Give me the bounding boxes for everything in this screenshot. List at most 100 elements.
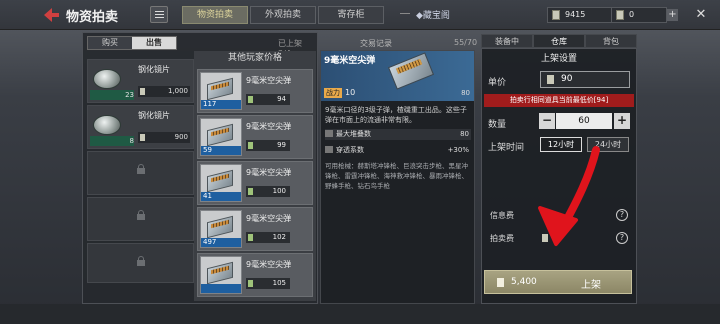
sell-tab[interactable]: 出售 bbox=[132, 37, 176, 49]
other-players-title: 其他玩家价格 bbox=[227, 53, 282, 63]
offer-quantity bbox=[201, 284, 241, 293]
close-icon[interactable]: ✕ bbox=[693, 8, 709, 22]
locked-slot[interactable] bbox=[87, 151, 194, 195]
offer-price-value: 105 bbox=[272, 279, 286, 287]
stat-max-stack: 最大堆叠数 80 bbox=[325, 129, 471, 140]
add-coupon-button[interactable]: + bbox=[667, 9, 678, 21]
tab-appearance-auction[interactable]: 外观拍卖 bbox=[250, 6, 316, 24]
auction-fee-row: 拍卖费 5 ? bbox=[484, 230, 632, 248]
slot-item-name: 钢化镜片 bbox=[138, 111, 170, 120]
currency-banknote: 9415 + bbox=[547, 7, 632, 23]
quantity-label: 数量 bbox=[488, 120, 507, 130]
item-detail-header: 9毫米空尖弹 战力 10 80 bbox=[321, 51, 474, 101]
currency-coupon: 0 + bbox=[611, 7, 678, 23]
banknote-icon bbox=[497, 278, 504, 287]
warehouse-capacity: 55/70 bbox=[454, 38, 478, 47]
offer-row[interactable]: 41 9毫米空尖弹 100 bbox=[197, 161, 313, 205]
offer-quantity: 41 bbox=[201, 192, 241, 201]
offer-row[interactable]: 59 9毫米空尖弹 99 bbox=[197, 115, 313, 159]
help-icon[interactable]: ? bbox=[616, 232, 628, 244]
offer-item-name: 9毫米空尖弹 bbox=[246, 76, 292, 85]
offer-price: 102 bbox=[246, 232, 290, 243]
inventory-tabs: 装备中 仓库 背包 bbox=[481, 34, 637, 48]
stat-label: 最大堆叠数 bbox=[336, 130, 371, 138]
offer-price: 100 bbox=[246, 186, 290, 197]
bottom-strip bbox=[0, 304, 720, 324]
lock-icon bbox=[137, 164, 145, 177]
power-tag: 战力 bbox=[324, 88, 342, 98]
offer-price: 94 bbox=[246, 94, 290, 105]
offer-row[interactable]: 9毫米空尖弹 105 bbox=[197, 253, 313, 297]
ammo-box-icon: 41 bbox=[200, 164, 242, 202]
power-rating: 战力 10 bbox=[324, 88, 355, 98]
banknote-icon bbox=[248, 234, 253, 241]
slot-quantity: 8 bbox=[129, 137, 134, 145]
item-description: 9毫米口径的3级子弹，楂磯重工出品。这些子弹在市面上的流通非常有限。 bbox=[325, 106, 467, 124]
decrease-quantity-button[interactable]: − bbox=[539, 113, 555, 129]
power-value: 10 bbox=[345, 88, 356, 97]
banknote-icon bbox=[140, 134, 145, 141]
listing-slot[interactable]: 23 钢化镜片 1,000 bbox=[87, 59, 194, 103]
lock-icon bbox=[137, 210, 145, 223]
coupon-amount: 0 bbox=[629, 10, 635, 19]
unit-price-input[interactable]: 90 bbox=[540, 71, 630, 88]
my-listing-slots: 23 钢化镜片 1,000 8 钢化镜片 900 bbox=[87, 59, 194, 285]
quantity-input[interactable]: 60 bbox=[556, 113, 612, 129]
stack-value: 80 bbox=[461, 89, 470, 97]
offer-row[interactable]: 117 9毫米空尖弹 94 bbox=[197, 69, 313, 113]
listing-slot[interactable]: 8 钢化镜片 900 bbox=[87, 105, 194, 149]
offer-item-name: 9毫米空尖弹 bbox=[246, 260, 292, 269]
offer-row[interactable]: 497 9毫米空尖弹 102 bbox=[197, 207, 313, 251]
unit-price-label: 单价 bbox=[488, 78, 507, 88]
info-fee-label: 信息费 bbox=[490, 211, 514, 220]
usable-weapons: 可用枪械：赫斯塔冲锋枪、巨浪突击步枪、黑星冲锋枪、雷霆冲锋枪、海神救冲锋枪、暴雨… bbox=[325, 162, 468, 190]
duration-12h-button[interactable]: 12小时 bbox=[540, 137, 582, 152]
top-bar: 物资拍卖 物资拍卖 外观拍卖 寄存柜 ◆藏宝阁 9415 + 0 + ✕ bbox=[0, 0, 720, 30]
help-icon[interactable]: ? bbox=[616, 209, 628, 221]
treasure-pavilion-link[interactable]: ◆藏宝阁 bbox=[416, 8, 450, 21]
offer-price-value: 94 bbox=[277, 95, 286, 103]
ammo-box-icon bbox=[387, 52, 435, 90]
offer-item-name: 9毫米空尖弹 bbox=[246, 214, 292, 223]
total-price: 5,400 bbox=[511, 277, 537, 287]
offer-price-value: 102 bbox=[272, 233, 286, 241]
other-players-prices: 其他玩家价格 117 9毫米空尖弹 94 59 9毫米空尖弹 99 41 9毫米… bbox=[194, 51, 316, 301]
locked-slot[interactable] bbox=[87, 243, 194, 283]
tab-backpack[interactable]: 背包 bbox=[585, 34, 637, 48]
locked-slot[interactable] bbox=[87, 197, 194, 241]
menu-icon[interactable] bbox=[150, 6, 168, 23]
increase-quantity-button[interactable]: + bbox=[614, 113, 630, 129]
page-title: 物资拍卖 bbox=[66, 10, 119, 25]
duration-24h-button[interactable]: 24小时 bbox=[587, 137, 629, 152]
lowest-price-warning: 拍卖行相同道具当前最低价[94] bbox=[484, 94, 634, 107]
tab-storage-locker[interactable]: 寄存柜 bbox=[318, 6, 384, 24]
ammo-box-icon bbox=[200, 256, 242, 294]
buy-tab[interactable]: 购买 bbox=[88, 37, 132, 49]
back-arrow-icon[interactable] bbox=[42, 7, 60, 23]
slot-price: 1,000 bbox=[138, 86, 190, 97]
banknote-icon bbox=[248, 142, 253, 149]
slot-quantity: 23 bbox=[125, 91, 134, 99]
slot-price-value: 1,000 bbox=[167, 87, 188, 95]
listing-settings-title: 上架设置 bbox=[540, 54, 577, 64]
offer-price: 99 bbox=[246, 140, 290, 151]
tab-warehouse[interactable]: 仓库 bbox=[533, 34, 585, 48]
slot-item-name: 钢化镜片 bbox=[138, 65, 170, 74]
slot-price-value: 900 bbox=[174, 133, 188, 141]
trade-history-tab[interactable]: 交易记录 bbox=[360, 38, 392, 50]
duration-label: 上架时间 bbox=[488, 143, 525, 153]
item-name: 9毫米空尖弹 bbox=[324, 56, 376, 66]
info-fee-row: 信息费 ? bbox=[484, 207, 632, 225]
tab-equipped[interactable]: 装备中 bbox=[481, 34, 533, 48]
tab-material-auction[interactable]: 物资拍卖 bbox=[182, 6, 248, 24]
offer-item-name: 9毫米空尖弹 bbox=[246, 168, 292, 177]
stack-icon bbox=[325, 130, 333, 137]
list-button-label: 上架 bbox=[581, 280, 601, 291]
offer-item-name: 9毫米空尖弹 bbox=[246, 122, 292, 131]
offer-price: 105 bbox=[246, 278, 290, 289]
list-item-button[interactable]: 5,400 上架 bbox=[484, 270, 632, 294]
banknote-icon bbox=[248, 96, 253, 103]
tempered-lens-icon bbox=[93, 69, 121, 89]
banknote-amount: 9415 bbox=[565, 10, 586, 19]
offer-quantity: 59 bbox=[201, 146, 241, 155]
